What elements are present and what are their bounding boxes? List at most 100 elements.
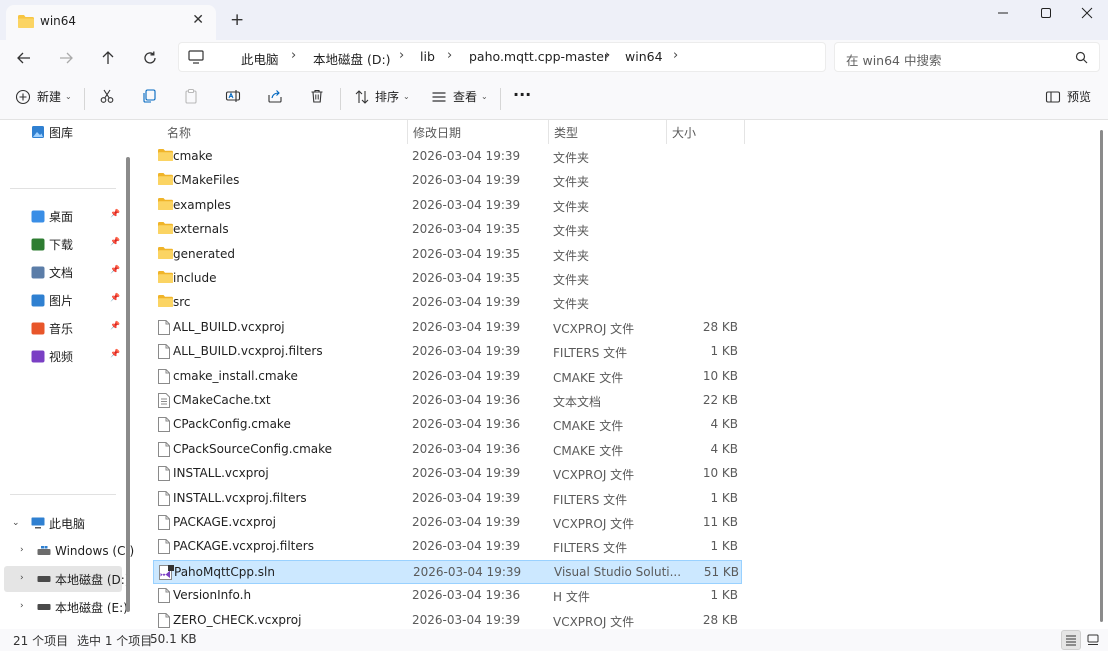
chevron-right-icon[interactable]: › [399, 48, 404, 63]
file-date: 2026-03-04 19:39 [412, 149, 521, 163]
tab-win64[interactable]: win64 ✕ [6, 5, 216, 40]
file-date: 2026-03-04 19:36 [412, 588, 521, 603]
column-header-type[interactable]: 类型 [554, 124, 578, 141]
sidebar-item-this-pc[interactable]: 此电脑 [30, 511, 85, 535]
file-row[interactable]: CPackConfig.cmake 2026-03-04 19:36 CMAKE 文… [153, 413, 742, 437]
file-row[interactable]: include 2026-03-04 19:35 文件夹 [153, 267, 742, 291]
details-view-button[interactable] [1061, 630, 1081, 650]
collapse-arrow-icon[interactable]: › [20, 545, 24, 555]
search-box[interactable]: 在 win64 中搜索 [834, 42, 1100, 72]
breadcrumb-win64[interactable]: win64 [625, 49, 663, 64]
breadcrumb-paho[interactable]: paho.mqtt.cpp-master [469, 49, 609, 64]
sort-button[interactable]: 排序 ⌄ [354, 88, 410, 105]
collapse-arrow-icon[interactable]: › [20, 573, 24, 583]
sidebar-item-drive-d[interactable]: 本地磁盘 (D:) [36, 567, 129, 591]
column-header-size[interactable]: 大小 [672, 124, 696, 141]
file-date: 2026-03-04 19:35 [412, 222, 521, 237]
minimize-button[interactable] [982, 0, 1024, 26]
column-divider[interactable] [666, 120, 667, 144]
address-bar[interactable]: 此电脑 › 本地磁盘 (D:) › lib › paho.mqtt.cpp-ma… [178, 42, 826, 72]
column-divider[interactable] [407, 120, 408, 144]
delete-button[interactable] [309, 88, 325, 104]
tiles-view-button[interactable] [1083, 630, 1103, 650]
sidebar-item-drive-c[interactable]: Windows (C:) [36, 539, 134, 563]
pin-icon[interactable]: 📌 [110, 265, 120, 274]
pin-icon[interactable]: 📌 [110, 237, 120, 246]
file-row[interactable]: PACKAGE.vcxproj 2026-03-04 19:39 VCXPROJ 文… [153, 511, 742, 535]
file-list-scrollbar[interactable] [1100, 130, 1103, 622]
chevron-down-icon: ⌄ [403, 92, 410, 101]
pictures-icon [30, 292, 46, 308]
file-size: 28 KB [702, 319, 738, 334]
file-row[interactable]: CMakeFiles 2026-03-04 19:39 文件夹 [153, 169, 742, 193]
sidebar-item-label: 音乐 [49, 321, 74, 336]
chevron-right-icon[interactable]: › [605, 48, 610, 63]
close-window-button[interactable] [1066, 0, 1108, 26]
file-icon [158, 515, 170, 533]
share-button[interactable] [267, 88, 283, 104]
column-divider[interactable] [548, 120, 549, 144]
file-row[interactable]: ALL_BUILD.vcxproj 2026-03-04 19:39 VCXPROJ… [153, 316, 742, 340]
file-row[interactable]: externals 2026-03-04 19:35 文件夹 [153, 218, 742, 242]
pin-icon[interactable]: 📌 [110, 293, 120, 302]
pin-icon[interactable]: 📌 [110, 321, 120, 330]
file-row[interactable]: INSTALL.vcxproj 2026-03-04 19:39 VCXPROJ 文… [153, 462, 742, 486]
close-tab-icon[interactable]: ✕ [192, 12, 204, 28]
more-options-button[interactable]: ··· [513, 85, 531, 104]
sidebar-item-download[interactable]: 下载 [30, 232, 73, 256]
breadcrumb-this-pc[interactable]: 此电脑 [241, 49, 279, 68]
sidebar-item-videos[interactable]: 视频 [30, 344, 73, 368]
divider [340, 88, 341, 110]
back-button[interactable] [12, 46, 36, 70]
new-tab-button[interactable]: + [230, 11, 244, 29]
copy-button[interactable] [141, 88, 157, 104]
desktop-icon [30, 208, 46, 224]
file-row[interactable]: ALL_BUILD.vcxproj.filters 2026-03-04 19:3… [153, 340, 742, 364]
up-button[interactable] [96, 46, 120, 70]
chevron-right-icon[interactable]: › [447, 48, 452, 63]
file-row[interactable]: PACKAGE.vcxproj.filters 2026-03-04 19:39 F… [153, 535, 742, 559]
file-type: 文件夹 [553, 199, 590, 214]
breadcrumb-drive-d[interactable]: 本地磁盘 (D:) [313, 49, 391, 68]
sidebar-item-drive-e[interactable]: 本地磁盘 (E:) [36, 595, 128, 619]
column-header-date[interactable]: 修改日期 [413, 124, 461, 141]
file-row[interactable]: INSTALL.vcxproj.filters 2026-03-04 19:39 F… [153, 487, 742, 511]
paste-button[interactable] [183, 88, 199, 104]
maximize-button[interactable] [1025, 0, 1067, 26]
sidebar-item-gallery[interactable]: 图库 [30, 120, 73, 144]
refresh-icon [144, 51, 156, 64]
forward-button[interactable] [54, 46, 78, 70]
file-row[interactable]: CPackSourceConfig.cmake 2026-03-04 19:36 C… [153, 438, 742, 462]
rename-button[interactable] [225, 88, 241, 104]
column-divider[interactable] [744, 120, 745, 144]
cut-button[interactable] [99, 88, 115, 104]
file-row[interactable]: ZERO_CHECK.vcxproj 2026-03-04 19:39 VCXPRO… [153, 609, 742, 629]
file-row[interactable]: CMakeCache.txt 2026-03-04 19:36 文本文档 22 KB [153, 389, 742, 413]
file-row[interactable]: src 2026-03-04 19:39 文件夹 [153, 291, 742, 315]
file-row[interactable]: VersionInfo.h 2026-03-04 19:36 H 文件 1 KB [153, 584, 742, 608]
chevron-right-icon[interactable]: › [291, 48, 296, 63]
view-button[interactable]: 查看 ⌄ [431, 88, 488, 105]
file-row[interactable]: PahoMqttCpp.sln 2026-03-04 19:39 Visual St… [153, 559, 742, 584]
collapse-arrow-icon[interactable]: › [20, 601, 24, 611]
preview-button[interactable]: 预览 [1045, 88, 1091, 105]
item-count: 21 个项目 [13, 634, 69, 648]
expand-arrow-icon[interactable]: ⌄ [12, 518, 20, 528]
refresh-button[interactable] [138, 46, 162, 70]
new-button[interactable]: 新建 ⌄ [15, 88, 72, 105]
sidebar-scrollbar[interactable] [126, 157, 130, 612]
column-header-name[interactable]: 名称 [167, 124, 191, 141]
sidebar-item-pictures[interactable]: 图片 [30, 288, 73, 312]
sidebar-item-documents[interactable]: 文档 [30, 260, 73, 284]
pin-icon[interactable]: 📌 [110, 209, 120, 218]
sidebar-item-desktop[interactable]: 桌面 [30, 204, 73, 228]
sidebar-item-music[interactable]: 音乐 [30, 316, 73, 340]
file-row[interactable]: examples 2026-03-04 19:39 文件夹 [153, 194, 742, 218]
file-row[interactable]: generated 2026-03-04 19:35 文件夹 [153, 243, 742, 267]
file-row[interactable]: cmake 2026-03-04 19:39 文件夹 [153, 145, 742, 169]
breadcrumb-lib[interactable]: lib [420, 49, 435, 64]
file-date: 2026-03-04 19:39 [412, 368, 521, 383]
chevron-right-icon[interactable]: › [673, 48, 678, 63]
file-row[interactable]: cmake_install.cmake 2026-03-04 19:39 CMAKE… [153, 365, 742, 389]
pin-icon[interactable]: 📌 [110, 349, 120, 358]
